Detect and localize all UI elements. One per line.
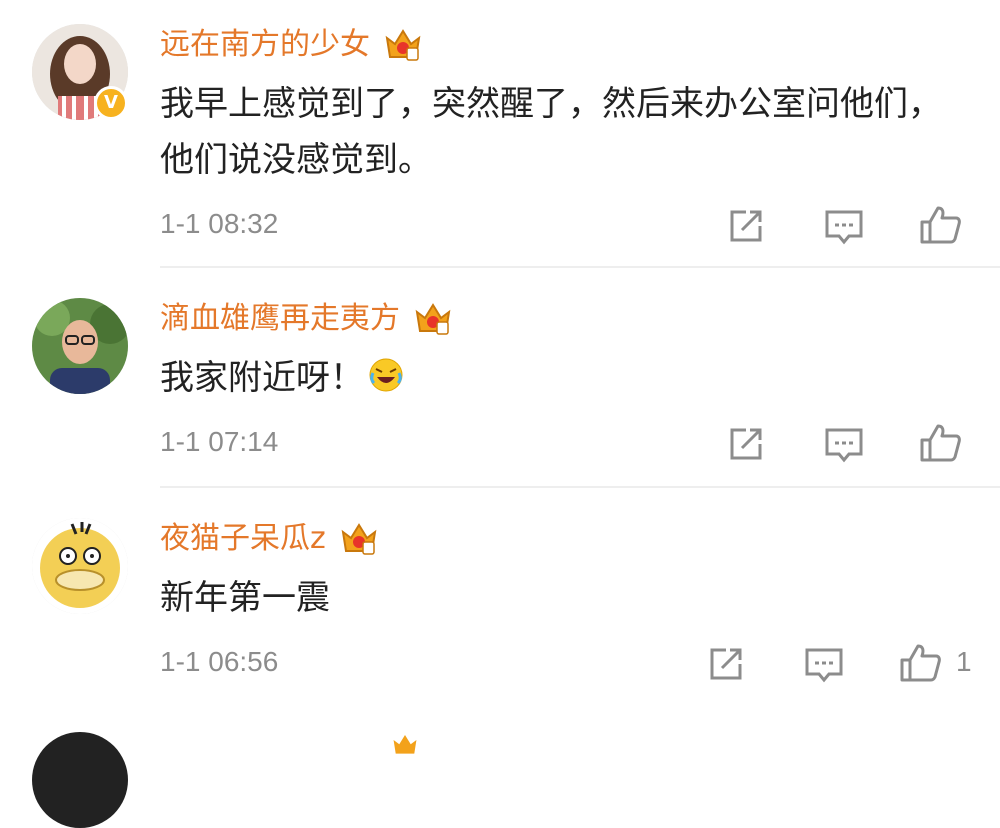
username-text[interactable]: 夜猫子呆瓜z [160,519,326,559]
comment-time: 1-1 07:14 [160,426,279,457]
avatar[interactable] [32,518,128,614]
username-text[interactable]: 滴血雄鹰再走夷方 [160,299,400,339]
username[interactable]: 远在南方的少女 [160,24,424,66]
comment-time: 1-1 06:56 [160,646,279,677]
comment-icon[interactable] [802,642,846,686]
vip-crown-icon [385,29,421,61]
like-count: 1 [956,646,972,677]
vip-crown-icon [415,303,451,335]
username[interactable]: 滴血雄鹰再走夷方 [160,298,454,340]
share-icon[interactable] [724,204,768,248]
comment-text: 新年第一震 [160,578,330,618]
divider [160,266,1000,268]
share-icon[interactable] [704,642,748,686]
like-icon[interactable] [898,640,942,684]
vip-crown-icon [341,523,377,555]
next-comment-avatar-partial [32,732,128,828]
username-text[interactable]: 远在南方的少女 [160,25,370,65]
share-icon[interactable] [724,422,768,466]
comment-text: 我早上感觉到了，突然醒了，然后来办公室问他们，他们说没感觉到。 [160,84,942,180]
verified-badge: V [94,86,128,120]
username[interactable]: 夜猫子呆瓜z [160,518,380,560]
laughing-crying-emoji [369,358,403,392]
avatar[interactable] [32,298,128,394]
divider [160,486,1000,488]
comment-time: 1-1 08:32 [160,208,279,239]
comment-text-content: 我家附近呀！ [160,358,364,398]
like-icon[interactable] [918,420,962,464]
vip-crown-icon [393,735,417,754]
like-icon[interactable] [918,202,962,246]
comment-icon[interactable] [822,422,866,466]
comment-text: 我家附近呀！ [160,350,960,406]
comment-icon[interactable] [822,204,866,248]
